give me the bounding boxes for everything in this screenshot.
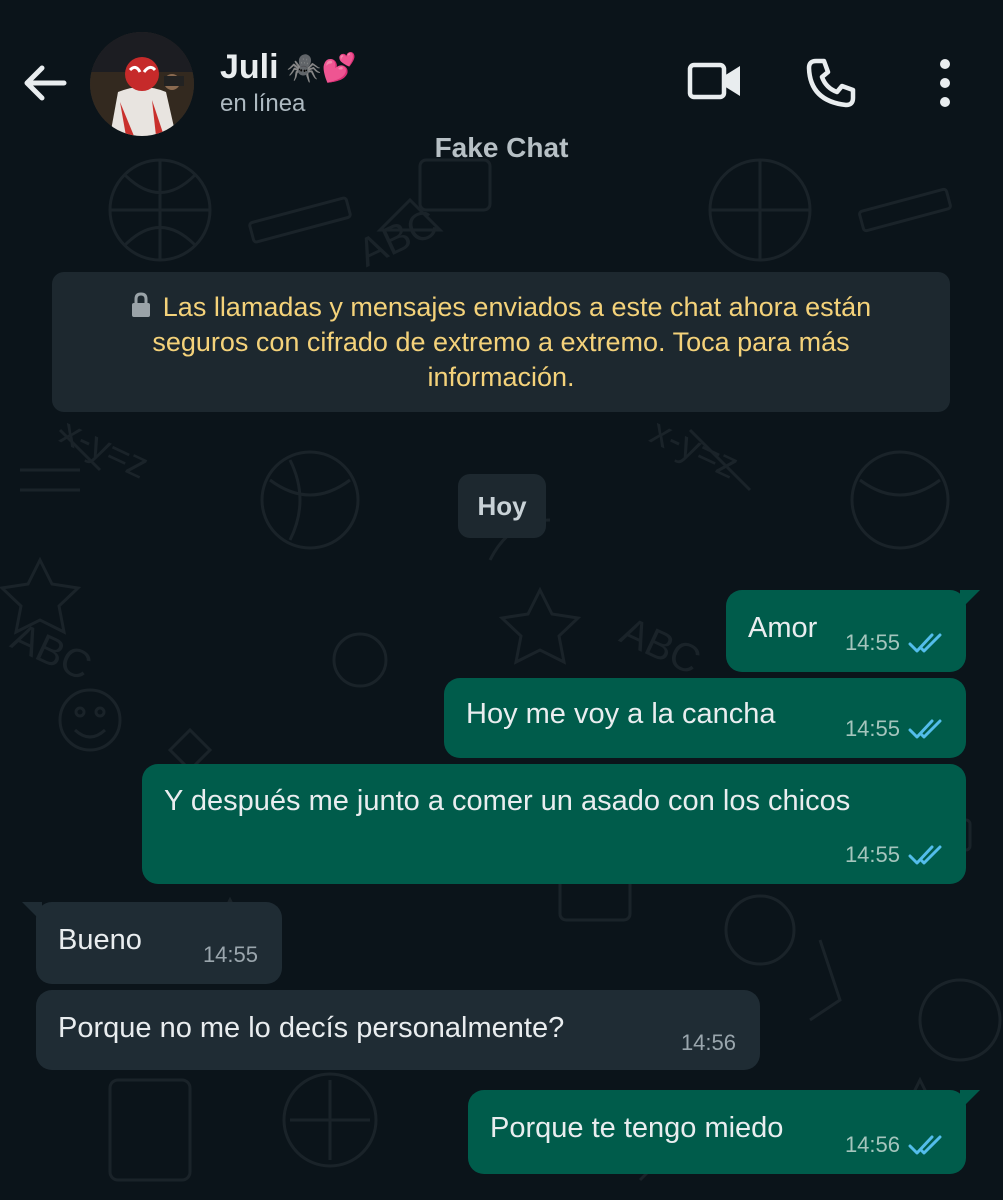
svg-text:x-y=z: x-y=z bbox=[54, 411, 155, 488]
message-text: Amor bbox=[748, 612, 818, 644]
back-arrow-icon[interactable] bbox=[20, 58, 70, 108]
message-bubble-incoming[interactable]: Bueno 14:55 bbox=[22, 902, 282, 984]
date-divider: Hoy bbox=[458, 474, 546, 538]
contact-emojis: 🕷️💕 bbox=[286, 52, 357, 83]
message-text: Y después me junto a comer un asado con … bbox=[164, 785, 851, 817]
message-bubble-incoming[interactable]: Porque no me lo decís personalmente? 14:… bbox=[36, 990, 760, 1070]
encryption-notice-text: Las llamadas y mensajes enviados a este … bbox=[152, 292, 872, 392]
avatar[interactable] bbox=[90, 32, 194, 136]
message-meta: 14:55 bbox=[203, 942, 258, 968]
message-time: 14:55 bbox=[844, 842, 900, 867]
message-bubble-outgoing[interactable]: Y después me junto a comer un asado con … bbox=[142, 764, 966, 884]
contact-name[interactable]: Juli 🕷️💕 bbox=[220, 48, 356, 87]
more-options-icon[interactable] bbox=[930, 56, 960, 110]
message-time: 14:55 bbox=[844, 716, 900, 741]
message-bubble-outgoing[interactable]: Hoy me voy a la cancha 14:55 bbox=[444, 678, 966, 758]
message-time: 14:55 bbox=[202, 942, 258, 967]
read-ticks-icon bbox=[908, 845, 942, 865]
bubble-tail bbox=[22, 902, 42, 922]
message-meta: 14:56 bbox=[845, 1132, 946, 1158]
contact-name-text: Juli bbox=[220, 48, 279, 86]
svg-text:ABC: ABC bbox=[614, 609, 707, 684]
message-text: Porque te tengo miedo bbox=[490, 1112, 784, 1144]
message-time: 14:56 bbox=[844, 1132, 900, 1157]
message-text: Bueno bbox=[58, 924, 142, 956]
message-bubble-outgoing[interactable]: Amor 14:55 bbox=[726, 590, 980, 672]
svg-text:x-y=z: x-y=z bbox=[644, 411, 745, 488]
message-bubble-outgoing[interactable]: Porque te tengo miedo 14:56 bbox=[468, 1090, 980, 1174]
read-ticks-icon bbox=[908, 719, 942, 739]
read-ticks-icon bbox=[908, 633, 942, 653]
bubble-tail bbox=[960, 590, 980, 610]
encryption-notice[interactable]: Las llamadas y mensajes enviados a este … bbox=[52, 272, 950, 412]
message-text: Porque no me lo decís personalmente? bbox=[58, 1012, 565, 1044]
message-time: 14:56 bbox=[680, 1030, 736, 1055]
fake-chat-watermark: Fake Chat bbox=[434, 132, 569, 163]
message-meta: 14:56 bbox=[681, 1030, 736, 1056]
message-time: 14:55 bbox=[844, 630, 900, 655]
message-text: Hoy me voy a la cancha bbox=[466, 698, 776, 730]
message-meta: 14:55 bbox=[845, 842, 946, 868]
lock-icon bbox=[131, 292, 150, 317]
video-call-icon[interactable] bbox=[686, 56, 744, 106]
bubble-tail bbox=[960, 1090, 980, 1110]
phone-icon[interactable] bbox=[804, 56, 858, 110]
chat-header: Juli 🕷️💕 en línea bbox=[0, 0, 1003, 140]
message-meta: 14:55 bbox=[845, 716, 946, 742]
message-meta: 14:55 bbox=[845, 630, 946, 656]
read-ticks-icon bbox=[908, 1135, 942, 1155]
contact-status: en línea bbox=[220, 90, 306, 117]
